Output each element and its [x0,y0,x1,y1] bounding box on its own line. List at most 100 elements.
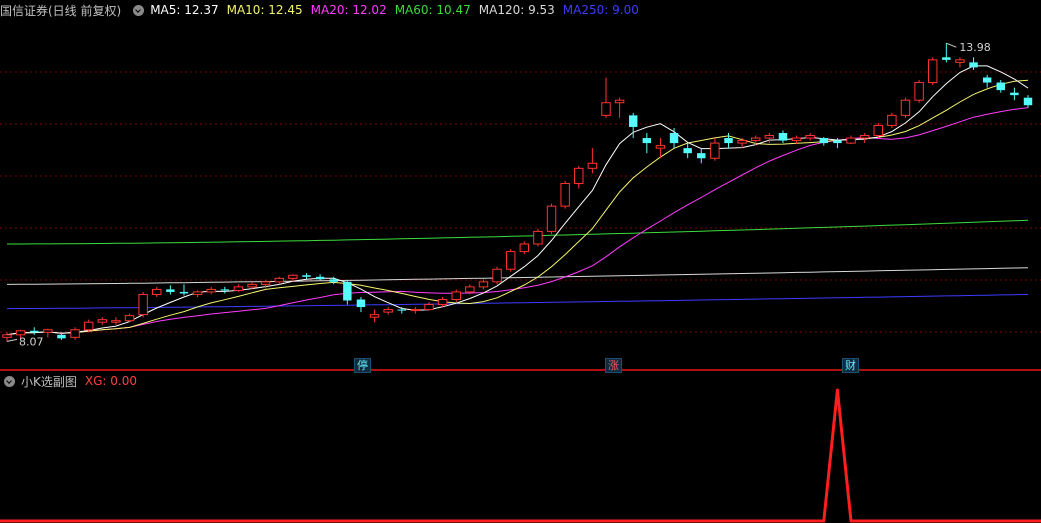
candle [152,286,162,297]
marker-suspend[interactable]: 停 [354,358,371,373]
candle [873,122,883,139]
candle [410,307,421,314]
candle-body [437,299,448,306]
candle-body [478,281,489,288]
candle-body [533,230,543,245]
candle [710,138,720,161]
candle [778,130,788,144]
max-pointer-arrow [946,42,957,48]
chart-title: 国信证券(日线 前复权) [0,3,122,18]
min-price-label: 8.07 [19,335,44,348]
candle-body [805,135,815,139]
candle [233,284,244,292]
candle-body [410,309,421,312]
candle [614,97,625,118]
candle [642,133,652,154]
candle-body [492,268,502,283]
candle [451,289,461,303]
candle-body [451,291,461,301]
candle [519,241,530,255]
candle [30,327,39,335]
candle [574,165,584,189]
candle [955,57,965,68]
candle-body [288,274,298,279]
candle-body [138,293,148,316]
candle-body [887,114,897,126]
xg-signal-line [0,388,1041,523]
chevron-down-icon[interactable] [133,4,145,16]
candle-body [996,82,1005,91]
candle [478,279,489,290]
candle-body [982,77,992,83]
candle-body [642,138,652,144]
candle [166,285,175,295]
candle [587,148,598,174]
candle-body [260,281,271,285]
candle-body [152,288,162,295]
candle [697,148,706,164]
candle-body [97,319,108,323]
ma-line-ma20 [6,107,1029,336]
candle-body [900,99,911,116]
candle-body [791,137,802,142]
candle [859,133,870,144]
candle [982,74,992,88]
candle-body [764,135,775,139]
min-pointer [6,338,18,342]
candle-body [914,82,924,101]
candle [179,284,189,296]
candle [343,280,352,305]
ma250-label: MA250: 9.00 [562,3,639,17]
candle [505,249,516,272]
candle-body [274,277,284,283]
candle-body [83,321,94,331]
candle-body [465,286,475,293]
candle [927,57,938,86]
xg-label: XG: 0.00 [84,374,137,388]
candle-body [111,320,121,323]
candle-body [927,59,938,84]
candle-body [519,243,530,253]
candle [492,266,502,285]
candle-body [819,138,829,144]
candle [846,135,856,145]
sub-chart-title: 小K选副图 [21,374,77,389]
candle-body [30,330,39,333]
candle [683,143,692,159]
candle-body [560,182,570,207]
candle [533,228,543,247]
ma120-label: MA120: 9.53 [478,3,555,17]
ma20-label: MA20: 12.02 [310,3,387,17]
candle [887,112,897,128]
candle [43,328,53,338]
candle [206,286,216,295]
candle-body [397,309,407,311]
candle-body [43,329,53,333]
candle [138,291,148,318]
marker-limit-up[interactable]: 涨 [605,358,622,373]
candle [724,133,733,149]
candle-body [969,62,978,68]
panel-divider[interactable] [0,369,1041,371]
candle-body [683,148,692,154]
candle-body [302,275,311,277]
candle [819,137,829,146]
ma10-label: MA10: 12.45 [226,3,303,17]
ma60-label: MA60: 10.47 [394,3,471,17]
candle-body [315,276,325,280]
max-price-label: 13.98 [959,41,991,54]
candle-body [1023,97,1033,106]
sub-chart-header: 小K选副图 XG: 0.00 [0,373,145,389]
chevron-down-icon[interactable] [4,375,15,387]
candle [397,307,407,314]
candle-body [192,291,203,295]
marker-financial-report[interactable]: 财 [842,358,859,373]
candle [424,302,434,311]
candle-body [57,334,66,339]
candle-body [669,133,679,144]
main-candlestick-chart[interactable]: 13.98 8.07 [0,0,1041,372]
candle [315,274,325,281]
candle [914,80,924,103]
candle-body [2,334,12,338]
xg-indicator-chart[interactable] [0,372,1041,523]
